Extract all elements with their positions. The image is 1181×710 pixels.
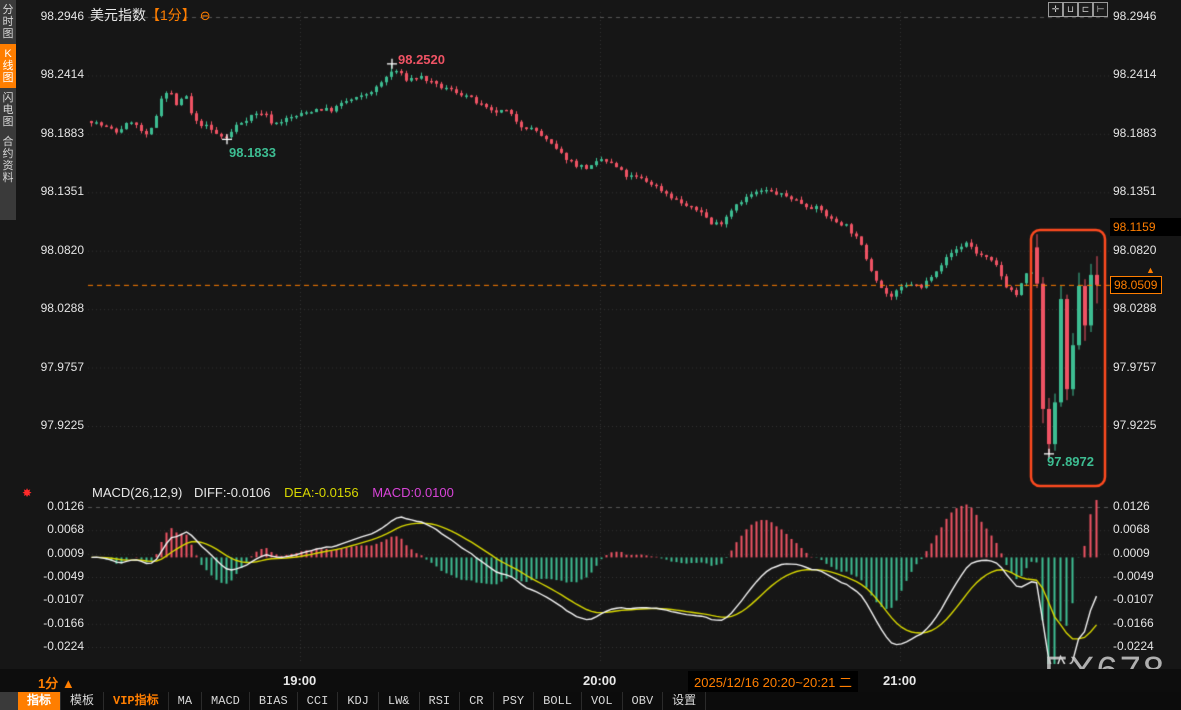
macd-header: MACD(26,12,9) DIFF:-0.0106 DEA:-0.0156 M… xyxy=(92,485,454,500)
time-axis-bar: 1分 ▲ 2025/12/16 20:20~20:21 二 19:00 20:00… xyxy=(0,669,1181,692)
time-range-highlight: 2025/12/16 20:20~20:21 二 xyxy=(688,671,858,692)
sidebar-item-2[interactable]: K线图 xyxy=(0,44,16,88)
pane-expand-icon[interactable]: ⊢ xyxy=(1093,2,1108,17)
price-axis-label-right: 98.0288 xyxy=(1113,301,1156,315)
toolbar-item-10[interactable]: RSI xyxy=(420,692,461,710)
macd-axis-label-right: -0.0166 xyxy=(1113,616,1154,630)
macd-axis-label-left: -0.0224 xyxy=(0,639,84,653)
period-selector[interactable]: 1分 ▲ xyxy=(38,673,75,692)
price-axis-label-left: 98.0820 xyxy=(0,243,84,257)
macd-axis-label-left: 0.0009 xyxy=(0,546,84,560)
macd-dea-value: DEA:-0.0156 xyxy=(284,485,358,500)
toolbar-item-1[interactable]: 指标 xyxy=(18,692,61,710)
symbol-name: 美元指数 xyxy=(90,7,146,23)
toolbar-item-7[interactable]: CCI xyxy=(298,692,339,710)
toolbar-item-14[interactable]: VOL xyxy=(582,692,623,710)
time-tick: 21:00 xyxy=(883,673,916,688)
session-low-label: 97.8972 xyxy=(1047,454,1094,469)
current-price-arrow-icon: ▲ xyxy=(1146,265,1155,275)
pane-layout-left-icon[interactable]: ⊔ xyxy=(1063,2,1078,17)
right-high-price-badge: 98.1159 xyxy=(1110,218,1181,236)
price-axis-label-right: 97.9757 xyxy=(1113,360,1156,374)
session-high-label: 98.2520 xyxy=(398,52,445,67)
price-axis-label-right: 97.9225 xyxy=(1113,418,1156,432)
indicator-alert-icon[interactable]: ✸ xyxy=(22,486,32,500)
toolbar-item-12[interactable]: PSY xyxy=(494,692,535,710)
macd-axis-label-left: 0.0126 xyxy=(0,499,84,513)
price-axis-label-right: 98.0820 xyxy=(1113,243,1156,257)
sidebar-item-4[interactable]: 合约资料 xyxy=(0,132,16,188)
toolbar-item-8[interactable]: KDJ xyxy=(338,692,379,710)
macd-axis-label-left: -0.0166 xyxy=(0,616,84,630)
chart-canvas[interactable] xyxy=(0,0,1181,710)
macd-axis-label-left: -0.0049 xyxy=(0,569,84,583)
toolbar-item-3[interactable]: VIP指标 xyxy=(104,692,169,710)
macd-params: MACD(26,12,9) xyxy=(92,485,182,500)
macd-hist-value: MACD:0.0100 xyxy=(372,485,454,500)
toolbar-item-5[interactable]: MACD xyxy=(202,692,250,710)
price-axis-label-right: 98.2946 xyxy=(1113,9,1156,23)
price-axis-label-right: 98.2414 xyxy=(1113,67,1156,81)
price-axis-label-left: 98.0288 xyxy=(0,301,84,315)
toolbar-left-stub xyxy=(0,692,18,710)
toolbar-item-6[interactable]: BIAS xyxy=(250,692,298,710)
macd-axis-label-left: -0.0107 xyxy=(0,592,84,606)
macd-axis-label-right: -0.0224 xyxy=(1113,639,1154,653)
macd-axis-label-right: 0.0009 xyxy=(1113,546,1150,560)
time-tick: 20:00 xyxy=(583,673,616,688)
chart-application-window: 分时图K线图闪电图合约资料 美元指数【1分】 ⊖ ✛⊔⊏⊢ 98.2946 98.2… xyxy=(0,0,1181,710)
collapse-icon[interactable]: ⊖ xyxy=(200,8,211,23)
chart-type-sidebar: 分时图K线图闪电图合约资料 xyxy=(0,0,16,220)
toolbar-item-9[interactable]: LW& xyxy=(379,692,420,710)
price-axis-label-left: 97.9757 xyxy=(0,360,84,374)
sidebar-item-1[interactable]: 分时图 xyxy=(0,0,16,44)
indicator-toolbar: 指标模板VIP指标MAMACDBIASCCIKDJLW&RSICRPSYBOLL… xyxy=(0,692,1181,710)
macd-axis-label-left: 0.0068 xyxy=(0,522,84,536)
toolbar-item-15[interactable]: OBV xyxy=(623,692,664,710)
macd-axis-label-right: -0.0107 xyxy=(1113,592,1154,606)
mid-low-label: 98.1833 xyxy=(229,145,276,160)
page-title: 美元指数【1分】 ⊖ xyxy=(90,5,211,25)
time-tick: 19:00 xyxy=(283,673,316,688)
pane-layout-right-icon[interactable]: ⊏ xyxy=(1078,2,1093,17)
macd-axis-label-right: -0.0049 xyxy=(1113,569,1154,583)
toolbar-item-4[interactable]: MA xyxy=(169,692,202,710)
macd-axis-label-right: 0.0126 xyxy=(1113,499,1150,513)
macd-diff-value: DIFF:-0.0106 xyxy=(194,485,271,500)
toolbar-item-16[interactable]: 设置 xyxy=(663,692,706,710)
period-tag: 【1分】 xyxy=(146,7,196,23)
current-price-badge: 98.0509 xyxy=(1110,276,1162,294)
price-axis-label-right: 98.1351 xyxy=(1113,184,1156,198)
price-axis-label-left: 97.9225 xyxy=(0,418,84,432)
price-axis-label-right: 98.1883 xyxy=(1113,126,1156,140)
toolbar-item-13[interactable]: BOLL xyxy=(534,692,582,710)
toolbar-item-11[interactable]: CR xyxy=(460,692,493,710)
macd-axis-label-right: 0.0068 xyxy=(1113,522,1150,536)
crosshair-icon[interactable]: ✛ xyxy=(1048,2,1063,17)
toolbar-item-2[interactable]: 模板 xyxy=(61,692,104,710)
sidebar-item-3[interactable]: 闪电图 xyxy=(0,88,16,132)
